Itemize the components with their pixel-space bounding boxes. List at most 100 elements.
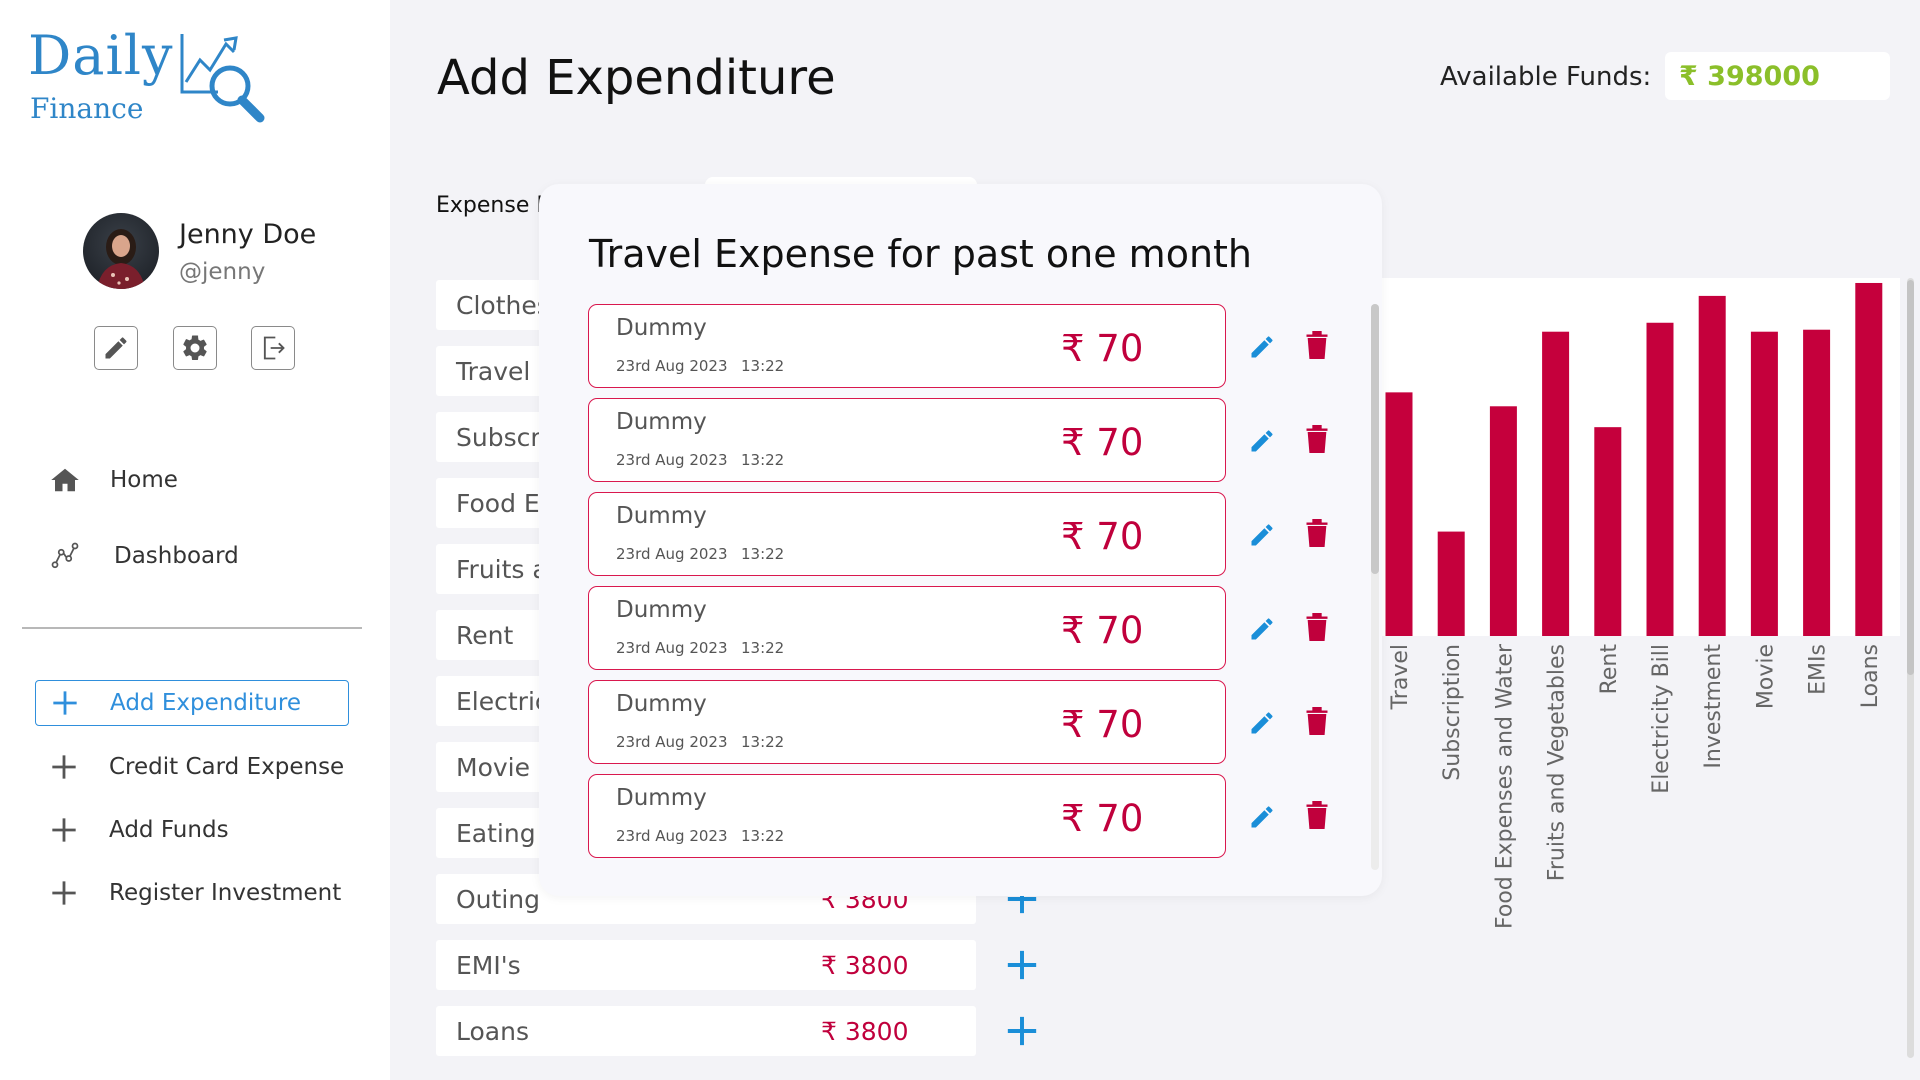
chart-bar[interactable] <box>1855 282 1883 636</box>
nav-home[interactable]: Home <box>50 460 178 500</box>
settings-button[interactable] <box>173 326 217 370</box>
avatar[interactable] <box>83 213 159 289</box>
available-funds-label: Available Funds: <box>1440 62 1652 92</box>
category-row-loans[interactable]: Loans ₹ 3800 <box>436 1006 976 1056</box>
delete-expense-button[interactable] <box>1299 607 1335 647</box>
trash-icon <box>1306 519 1328 547</box>
edit-expense-button[interactable] <box>1244 423 1280 459</box>
pencil-icon <box>1251 430 1273 452</box>
modal-scrollbar[interactable] <box>1371 304 1379 870</box>
expense-name: Dummy <box>616 409 707 435</box>
delete-expense-button[interactable] <box>1299 795 1335 835</box>
chart-bar[interactable] <box>1437 531 1465 636</box>
scrollbar-thumb[interactable] <box>1371 304 1379 574</box>
expense-item[interactable]: Dummy 23rd Aug 2023 13:22 ₹ 70 <box>588 492 1226 576</box>
category-name: Eating <box>456 818 536 848</box>
expense-item[interactable]: Dummy 23rd Aug 2023 13:22 ₹ 70 <box>588 304 1226 388</box>
expense-item[interactable]: Dummy 23rd Aug 2023 13:22 ₹ 70 <box>588 398 1226 482</box>
expense-date: 23rd Aug 2023 <box>616 451 728 469</box>
expense-item[interactable]: Dummy 23rd Aug 2023 13:22 ₹ 70 <box>588 586 1226 670</box>
edit-expense-button[interactable] <box>1244 329 1280 365</box>
pencil-icon <box>105 337 127 359</box>
chart-tick-label: Subscription <box>1440 644 1465 781</box>
expense-time: 13:22 <box>741 545 785 563</box>
action-add-funds[interactable]: Add Funds <box>35 807 349 853</box>
scrollbar-thumb[interactable] <box>1907 280 1914 675</box>
category-name: Fruits a <box>456 554 548 584</box>
expense-amount: ₹ 70 <box>1061 797 1144 840</box>
trash-icon <box>1306 331 1328 359</box>
trash-icon <box>1306 707 1328 735</box>
chart-bar[interactable] <box>1750 331 1778 636</box>
pencil-icon <box>1251 712 1273 734</box>
chart-bar[interactable] <box>1489 406 1517 636</box>
chart-bar[interactable] <box>1385 392 1413 636</box>
edit-expense-button[interactable] <box>1244 799 1280 835</box>
action-register-investment[interactable]: Register Investment <box>35 870 349 916</box>
logo-text-daily: Daily <box>28 24 174 87</box>
logout-button[interactable] <box>251 326 295 370</box>
plus-icon <box>48 686 82 720</box>
chart-tick-label: Investment <box>1701 644 1726 769</box>
chart-tick-label: Fruits and Vegetables <box>1545 644 1570 881</box>
trash-icon <box>1306 425 1328 453</box>
plus-icon <box>47 750 81 784</box>
add-emi-button[interactable] <box>1003 946 1041 984</box>
magnifier-chart-icon <box>180 34 265 123</box>
expense-time: 13:22 <box>741 451 785 469</box>
available-funds-value: ₹ 398000 <box>1679 60 1820 92</box>
category-name: Loans <box>456 1016 529 1046</box>
trash-icon <box>1306 801 1328 829</box>
chart-bar[interactable] <box>1542 331 1570 636</box>
page-title: Add Expenditure <box>437 50 836 106</box>
app-logo[interactable]: Daily Finance <box>28 24 278 125</box>
edit-expense-button[interactable] <box>1244 705 1280 741</box>
expense-name: Dummy <box>616 503 707 529</box>
plus-icon <box>47 813 81 847</box>
chart-bar[interactable] <box>1594 427 1622 636</box>
page-scrollbar[interactable] <box>1907 278 1914 1058</box>
nav-dashboard[interactable]: Dashboard <box>50 536 239 576</box>
category-row-emis[interactable]: EMI's ₹ 3800 <box>436 940 976 990</box>
chart-tick-label: Electricity Bill <box>1649 644 1674 794</box>
travel-expense-modal: Travel Expense for past one month Dummy … <box>539 184 1382 896</box>
expense-name: Dummy <box>616 315 707 341</box>
add-loans-button[interactable] <box>1003 1012 1041 1050</box>
action-add-funds-label: Add Funds <box>109 817 229 843</box>
delete-expense-button[interactable] <box>1299 325 1335 365</box>
chart-tick-label: Travel <box>1388 644 1413 710</box>
expense-date: 23rd Aug 2023 <box>616 733 728 751</box>
logo-text-finance: Finance <box>30 92 144 125</box>
chart-tick-label: Food Expenses and Water <box>1492 643 1517 929</box>
category-amount: ₹ 3800 <box>821 950 909 980</box>
expense-item[interactable]: Dummy 23rd Aug 2023 13:22 ₹ 70 <box>588 774 1226 858</box>
expense-time: 13:22 <box>741 639 785 657</box>
edit-expense-button[interactable] <box>1244 517 1280 553</box>
category-name: Outing <box>456 884 540 914</box>
expense-amount: ₹ 70 <box>1061 421 1144 464</box>
edit-profile-button[interactable] <box>94 326 138 370</box>
expense-section-heading: Expense D <box>436 193 554 218</box>
chart-bar[interactable] <box>1803 329 1831 636</box>
plus-icon <box>1007 1016 1037 1046</box>
delete-expense-button[interactable] <box>1299 419 1335 459</box>
delete-expense-button[interactable] <box>1299 513 1335 553</box>
chart-bar[interactable] <box>1698 295 1726 636</box>
expense-item[interactable]: Dummy 23rd Aug 2023 13:22 ₹ 70 <box>588 680 1226 764</box>
category-name: Electric <box>456 686 549 716</box>
delete-expense-button[interactable] <box>1299 701 1335 741</box>
action-credit-card-expense[interactable]: Credit Card Expense <box>35 744 349 790</box>
available-funds-display: ₹ 398000 <box>1665 52 1890 100</box>
chart-bar[interactable] <box>1646 322 1674 636</box>
expense-date: 23rd Aug 2023 <box>616 639 728 657</box>
category-name: Rent <box>456 620 514 650</box>
expense-name: Dummy <box>616 785 707 811</box>
action-add-expenditure[interactable]: Add Expenditure <box>35 680 349 726</box>
plus-icon <box>1007 950 1037 980</box>
logout-icon <box>263 336 285 360</box>
action-register-investment-label: Register Investment <box>109 880 342 906</box>
chart-tick-label: EMIs <box>1806 644 1831 695</box>
expense-date: 23rd Aug 2023 <box>616 545 728 563</box>
edit-expense-button[interactable] <box>1244 611 1280 647</box>
expense-date: 23rd Aug 2023 <box>616 357 728 375</box>
